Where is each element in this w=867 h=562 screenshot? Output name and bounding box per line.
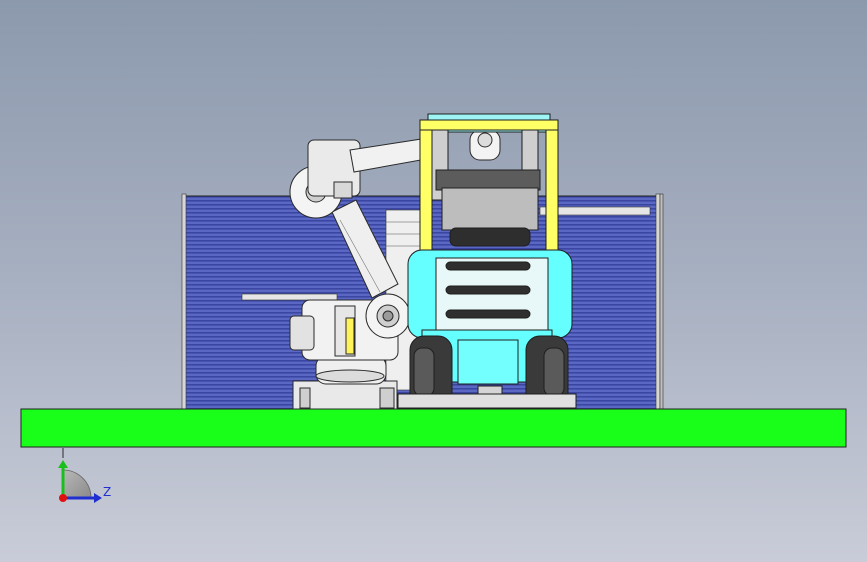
y-axis-arrowhead-icon xyxy=(58,460,68,468)
cad-scene[interactable] xyxy=(0,0,867,562)
origin-dot-icon xyxy=(59,494,67,502)
cad-viewport[interactable]: Z xyxy=(0,0,867,562)
axis-label-z: Z xyxy=(103,485,112,499)
floor-slab[interactable] xyxy=(20,408,847,448)
z-axis-arrowhead-icon xyxy=(94,493,102,503)
orientation-triad xyxy=(58,448,102,503)
triad-plane-icon xyxy=(62,469,92,499)
